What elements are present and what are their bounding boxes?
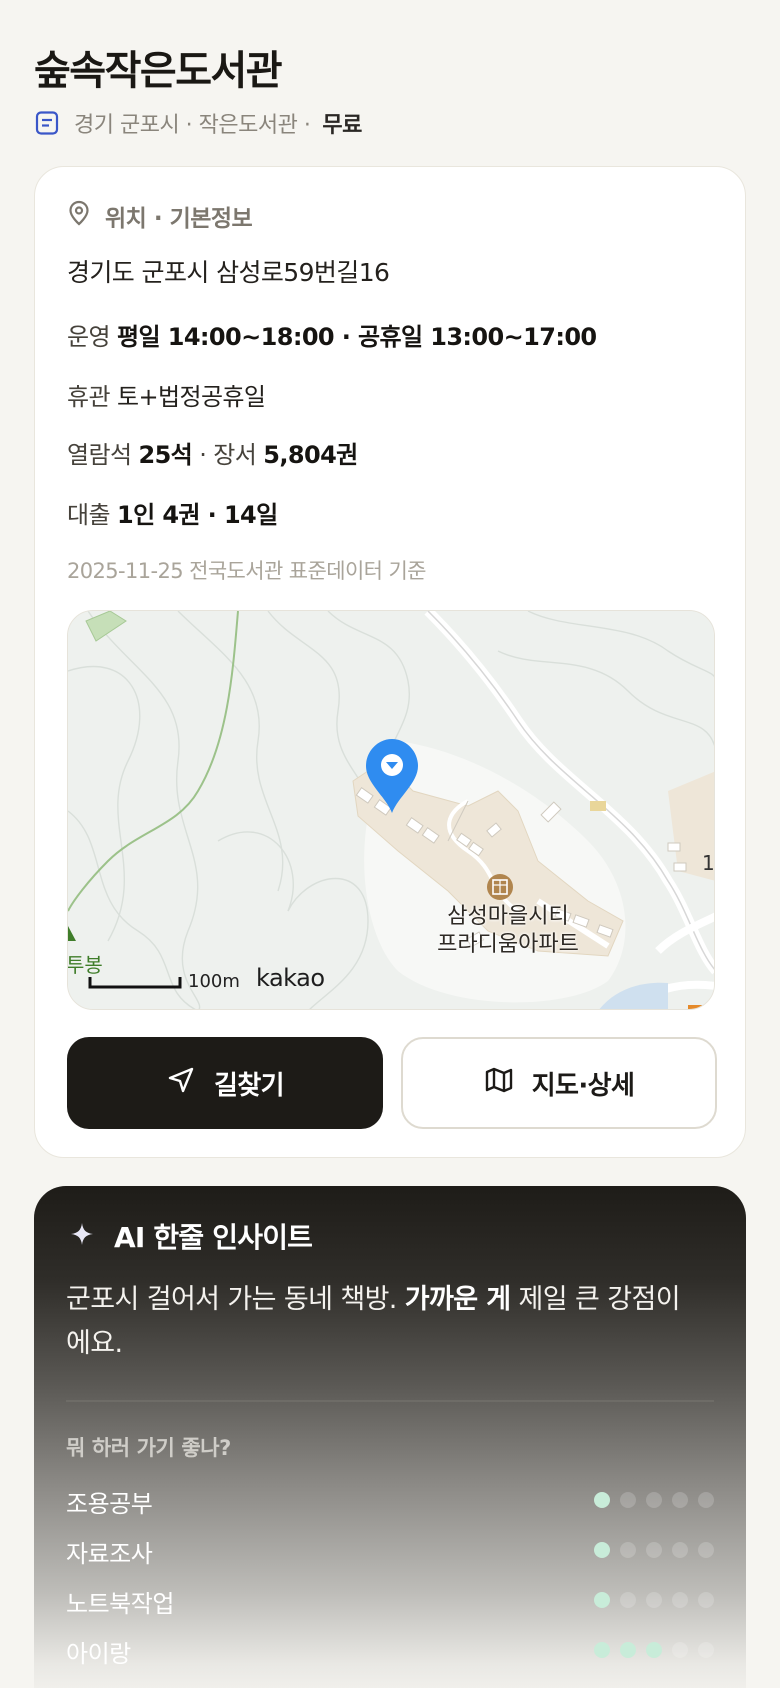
- map-icon: [484, 1065, 532, 1102]
- hours-label: 운영: [67, 323, 111, 351]
- loan-value: 1인 4권 · 14일: [117, 501, 278, 529]
- map-place-label-line1: 삼성마을시티: [447, 904, 569, 929]
- rating-dot-empty: [672, 1642, 688, 1658]
- directions-button[interactable]: 길찾기: [67, 1037, 383, 1129]
- rating-dot-empty: [620, 1592, 636, 1608]
- address: 경기도 군포시 삼성로59번길16: [67, 258, 390, 287]
- loan-label: 대출: [67, 501, 111, 529]
- closed-label: 휴관: [67, 383, 111, 411]
- location-pin-icon: [67, 200, 105, 232]
- ai-insight-text: 군포시 걸어서 가는 동네 책방. 가까운 게 제일 큰 강점이에요.: [66, 1278, 686, 1366]
- directions-label: 길찾기: [214, 1070, 285, 1101]
- rating-dot-empty: [698, 1592, 714, 1608]
- library-meta: 경기 군포시 · 작은도서관 · 무료: [34, 106, 362, 140]
- map-background: [68, 611, 714, 1009]
- rating-dot-empty: [672, 1542, 688, 1558]
- rating-dot-empty: [672, 1492, 688, 1508]
- region-type: 경기 군포시 · 작은도서관 ·: [74, 113, 311, 138]
- ai-text-highlight: 가까운 게: [404, 1284, 511, 1315]
- books-label: · 장서: [199, 441, 257, 469]
- seats-label: 열람석: [67, 441, 132, 469]
- rating-dot-empty: [646, 1492, 662, 1508]
- ai-text-part: 군포시 걸어서 가는 동네 책방.: [66, 1284, 405, 1315]
- fee-badge: 무료: [322, 113, 362, 138]
- rating-row: 조용공부: [66, 1484, 714, 1518]
- rating-dot-empty: [698, 1642, 714, 1658]
- map-hill-label: 투봉: [67, 953, 103, 977]
- rating-label: 자료조사: [66, 1540, 153, 1568]
- rating-dots: [594, 1492, 714, 1508]
- document-icon: [34, 110, 60, 136]
- closed-row: 휴관 토+법정공휴일: [67, 377, 266, 412]
- rating-label: 노트북작업: [66, 1590, 174, 1618]
- rating-row: 자료조사: [66, 1534, 714, 1568]
- hours-value: 평일 14:00~18:00 · 공휴일 13:00~17:00: [117, 323, 597, 351]
- rating-dot-empty: [646, 1542, 662, 1558]
- rating-dots: [594, 1542, 714, 1558]
- rating-dot-empty: [620, 1492, 636, 1508]
- data-source: 2025-11-25 전국도서관 표준데이터 기준: [67, 559, 427, 583]
- rating-label: 조용공부: [66, 1490, 153, 1518]
- ai-question: 뭐 하러 가기 좋나?: [66, 1436, 231, 1460]
- ai-insight-card: AI 한줄 인사이트 군포시 걸어서 가는 동네 책방. 가까운 게 제일 큰 …: [34, 1186, 746, 1688]
- divider: [66, 1400, 714, 1402]
- rating-row: 노트북작업: [66, 1584, 714, 1618]
- hours-row: 운영 평일 14:00~18:00 · 공휴일 13:00~17:00: [67, 317, 597, 352]
- rating-dot-empty: [672, 1592, 688, 1608]
- info-card: 위치 · 기본정보 경기도 군포시 삼성로59번길16 운영 평일 14:00~…: [34, 166, 746, 1158]
- seats-value: 25석: [138, 441, 193, 469]
- map-provider-logo: kakao: [256, 964, 325, 992]
- seats-row: 열람석 25석 · 장서 5,804권: [67, 435, 358, 470]
- sparkle-icon: [70, 1220, 114, 1253]
- navigation-arrow-icon: [166, 1065, 214, 1102]
- rating-label: 아이랑: [66, 1640, 131, 1668]
- map-detail-button[interactable]: 지도·상세: [401, 1037, 717, 1129]
- books-value: 5,804권: [263, 441, 358, 469]
- rating-dot-empty: [620, 1542, 636, 1558]
- rating-dots: [594, 1592, 714, 1608]
- map-place-label: 삼성마을시티 프라디움아파트: [408, 903, 608, 959]
- map-place-label-line2: 프라디움아파트: [437, 932, 579, 957]
- rating-dot-empty: [698, 1492, 714, 1508]
- rating-dot-filled: [620, 1642, 636, 1658]
- section-header: 위치 · 기본정보: [67, 199, 253, 233]
- map-scale-label: 100m: [188, 971, 240, 992]
- rating-dots: [594, 1642, 714, 1658]
- ai-insight-title: AI 한줄 인사이트: [114, 1221, 313, 1254]
- ai-insight-header: AI 한줄 인사이트: [70, 1216, 313, 1256]
- rating-dot-empty: [698, 1542, 714, 1558]
- rating-dot-filled: [594, 1592, 610, 1608]
- rating-dot-filled: [594, 1542, 610, 1558]
- rating-dot-filled: [594, 1642, 610, 1658]
- map-edge-number: 1: [702, 851, 715, 875]
- loan-row: 대출 1인 4권 · 14일: [67, 495, 278, 530]
- rating-dot-empty: [646, 1592, 662, 1608]
- rating-row: 아이랑: [66, 1634, 714, 1668]
- page-title: 숲속작은도서관: [34, 48, 283, 94]
- section-title: 위치 · 기본정보: [105, 206, 253, 232]
- rating-dot-filled: [594, 1492, 610, 1508]
- rating-dot-filled: [646, 1642, 662, 1658]
- closed-value: 토+법정공휴일: [117, 383, 266, 411]
- location-map[interactable]: 삼성마을시티 프라디움아파트 투봉 1 100m kakao: [67, 610, 715, 1010]
- map-detail-label: 지도·상세: [531, 1070, 635, 1101]
